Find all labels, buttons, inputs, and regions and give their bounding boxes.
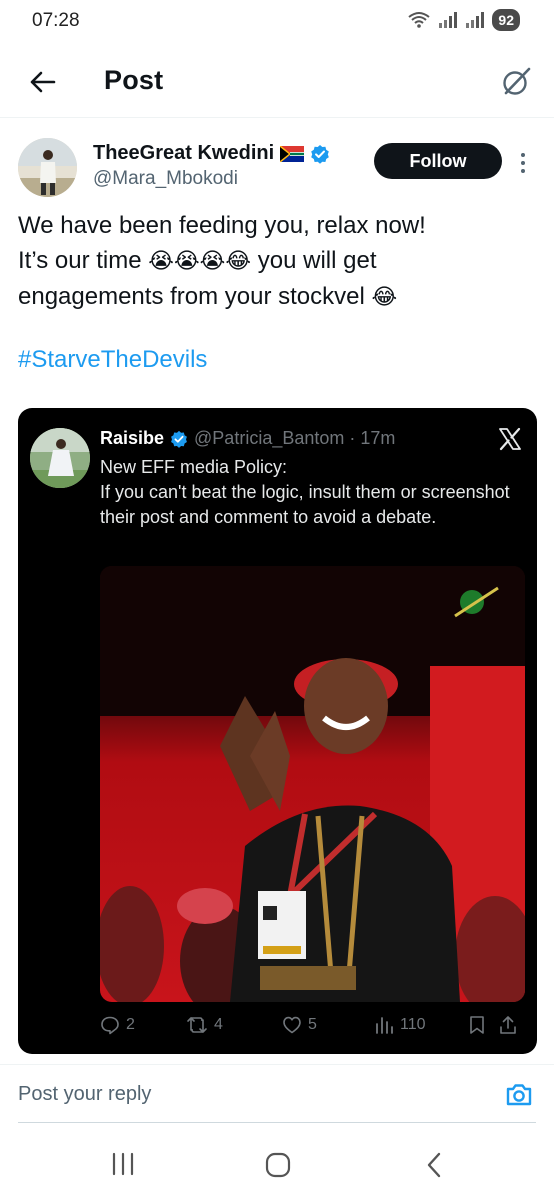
reply-input[interactable]: Post your reply [18, 1083, 151, 1106]
grok-icon [503, 67, 531, 95]
quoted-timestamp: 17m [360, 428, 396, 448]
back-button[interactable] [22, 64, 62, 100]
follow-button[interactable]: Follow [374, 143, 502, 179]
heart-icon [283, 1016, 301, 1034]
bookmark-icon [470, 1016, 484, 1034]
home-icon [265, 1152, 291, 1178]
quoted-author-name[interactable]: Raisibe [100, 428, 164, 449]
time-separator: · [344, 428, 361, 448]
home-button[interactable] [264, 1152, 292, 1183]
recents-icon [112, 1152, 134, 1176]
post-text-fragment: engagements from your stockvel [18, 283, 372, 310]
reply-divider [0, 1064, 554, 1065]
post-text-line: It’s our time 😭😭😭😂 you will get [18, 243, 538, 279]
quoted-handle-text: @Patricia_Bantom [194, 428, 345, 448]
reply-icon [101, 1016, 119, 1035]
status-icons: 92 [407, 9, 520, 31]
repost-action[interactable]: 4 [186, 1015, 282, 1035]
page-title: Post [104, 65, 164, 95]
post-text: We have been feeding you, relax now! It’… [18, 208, 538, 315]
arrow-left-icon [30, 71, 56, 93]
system-nav-bar [0, 1130, 554, 1200]
wifi-icon [408, 12, 431, 28]
x-logo-icon [499, 427, 521, 451]
share-action[interactable] [498, 1015, 522, 1035]
status-time: 07:28 [32, 10, 80, 31]
camera-icon [506, 1084, 532, 1106]
post-text-fragment: It’s our time [18, 247, 149, 274]
camera-button[interactable] [504, 1080, 534, 1110]
system-back-button[interactable] [424, 1152, 444, 1183]
like-action[interactable]: 5 [282, 1015, 374, 1035]
chevron-left-icon [427, 1152, 441, 1178]
quoted-text-line: New EFF media Policy: [100, 457, 288, 477]
battery-indicator: 92 [492, 9, 520, 31]
verified-badge-icon [311, 144, 329, 164]
signal-icon [466, 12, 485, 28]
repost-count: 4 [214, 1016, 223, 1033]
like-count: 5 [308, 1016, 317, 1033]
more-dot-icon [521, 153, 525, 157]
quoted-post-image[interactable] [100, 566, 525, 1002]
signal-icon [439, 12, 458, 28]
author-name[interactable]: TheeGreat Kwedini [93, 142, 274, 165]
south-africa-flag-icon [280, 145, 305, 162]
post-header: Post [0, 50, 554, 114]
quoted-post-card[interactable]: Raisibe @Patricia_Bantom · 17m New EFF m… [18, 408, 537, 1054]
quoted-author-row: Raisibe @Patricia_Bantom · 17m [100, 428, 395, 449]
quoted-avatar-image [30, 428, 90, 488]
views-count: 110 [400, 1016, 426, 1033]
post-text-fragment: you will get [251, 247, 377, 274]
reply-count: 2 [126, 1016, 135, 1033]
author-name-row: TheeGreat Kwedini [93, 142, 330, 165]
views-action[interactable]: 110 [374, 1015, 468, 1035]
quoted-text-line: If you can't beat the logic, insult them… [100, 482, 510, 527]
more-dot-icon [521, 161, 525, 165]
photo-illustration [100, 566, 525, 1002]
views-icon [376, 1017, 393, 1034]
grok-button[interactable] [496, 62, 536, 102]
repost-icon [187, 1017, 207, 1033]
quoted-post-text: New EFF media Policy: If you can't beat … [100, 455, 525, 530]
share-icon [500, 1016, 516, 1034]
reply-action[interactable]: 2 [100, 1015, 186, 1035]
emoji-laughing: 😂 [371, 285, 398, 310]
status-bar: 07:28 92 [0, 0, 554, 42]
post-text-line: We have been feeding you, relax now! [18, 212, 426, 239]
avatar[interactable] [18, 138, 77, 197]
hashtag-link[interactable]: #StarveTheDevils [18, 346, 207, 374]
quoted-author-avatar[interactable] [30, 428, 90, 488]
verified-badge-icon [171, 430, 187, 448]
bookmark-action[interactable] [468, 1015, 498, 1035]
quoted-post-actions: 2 4 5 110 [100, 1011, 525, 1039]
post-text-line: engagements from your stockvel 😂 [18, 279, 538, 315]
recents-button[interactable] [110, 1152, 136, 1181]
emoji-crying-laughing: 😭😭😭😂 [148, 249, 252, 274]
more-dot-icon [521, 169, 525, 173]
quoted-author-handle[interactable]: @Patricia_Bantom · 17m [194, 428, 395, 449]
author-handle[interactable]: @Mara_Mbokodi [93, 168, 238, 190]
header-divider [0, 117, 554, 118]
reply-underline [18, 1122, 536, 1123]
avatar-image [18, 138, 77, 197]
more-options-button[interactable] [513, 148, 533, 178]
